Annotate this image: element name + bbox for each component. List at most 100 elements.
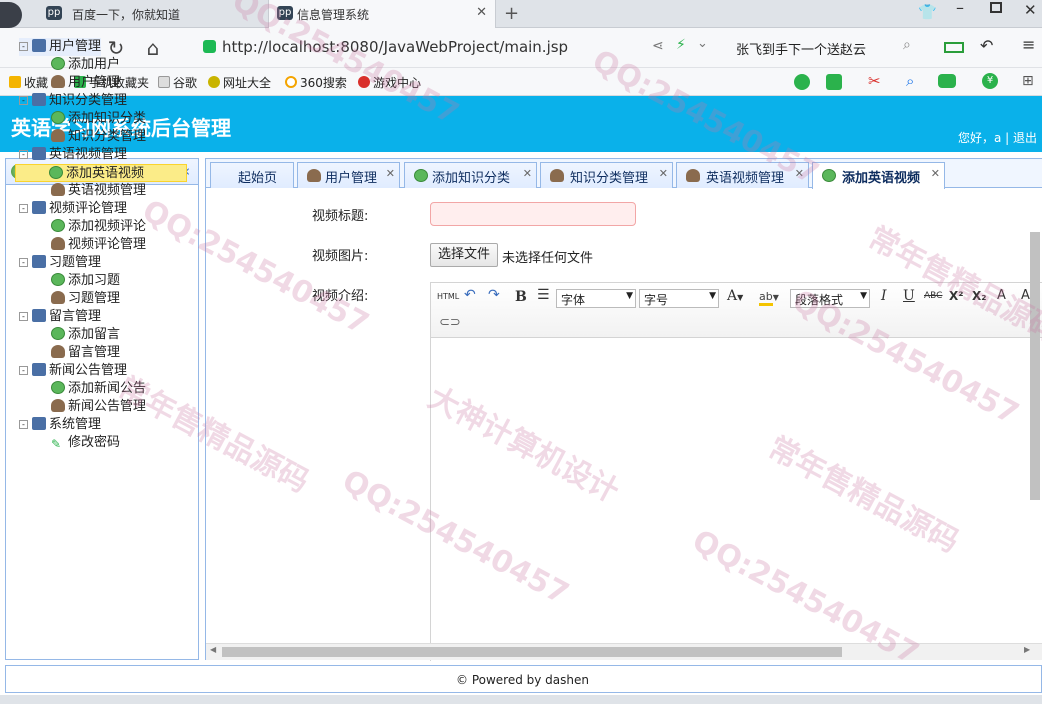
font-size-select[interactable]: 字号 ▼	[639, 289, 719, 308]
menu-icon[interactable]: ≡	[1022, 35, 1035, 54]
video-title-input[interactable]	[430, 202, 636, 226]
sidebar-group-0[interactable]: - 用户管理	[19, 38, 102, 56]
subscript-button[interactable]: X₂	[972, 289, 987, 303]
superscript-button[interactable]: X²	[949, 289, 964, 303]
close-tab-icon[interactable]: ✕	[386, 167, 395, 180]
html-source-button[interactable]: HTML	[437, 292, 459, 301]
underline-button[interactable]: U	[903, 288, 915, 304]
bookmark-favorites[interactable]: 收藏	[9, 74, 48, 91]
new-tab-button[interactable]: +	[504, 3, 519, 24]
font-shrink-icon[interactable]: A	[1021, 288, 1030, 303]
magnifier-icon[interactable]: ⌕	[906, 72, 914, 90]
tree-expand-icon[interactable]: -	[19, 258, 28, 267]
font-color-button[interactable]: A▼	[727, 288, 743, 304]
bookmark-google[interactable]: 谷歌	[158, 74, 197, 91]
close-window-icon[interactable]: ✕	[1024, 1, 1037, 19]
bold-button[interactable]: B	[515, 289, 527, 305]
sidebar-item-1-1[interactable]: 知识分类管理	[51, 128, 146, 146]
paragraph-select[interactable]: 段落格式 ▼	[790, 289, 870, 308]
close-tab-icon[interactable]: ✕	[931, 167, 940, 180]
sidebar-group-7[interactable]: - 系统管理	[19, 416, 101, 434]
sidebar-item-5-0[interactable]: 添加留言	[51, 326, 120, 344]
tab-video-manage[interactable]: 英语视频管理 ✕	[676, 162, 809, 188]
search-icon[interactable]: ⌕	[903, 37, 911, 53]
editor-content-area[interactable]	[431, 339, 1042, 661]
choose-file-button[interactable]: 选择文件	[430, 243, 498, 267]
gamepad-icon[interactable]	[938, 74, 956, 88]
chart-icon[interactable]	[826, 74, 842, 90]
scroll-right-icon[interactable]: ▶	[1024, 645, 1030, 654]
tree-expand-icon[interactable]: -	[19, 366, 28, 375]
sidebar-item-4-1[interactable]: 习题管理	[51, 290, 120, 308]
close-tab-icon[interactable]: ✕	[523, 167, 532, 180]
file-status: 未选择任何文件	[502, 251, 594, 266]
user-info-logout[interactable]: 您好，a | 退出	[958, 129, 1037, 146]
sidebar-item-0-1[interactable]: 用户管理	[51, 74, 120, 92]
sidebar-item-6-1[interactable]: 新闻公告管理	[51, 398, 146, 416]
vertical-scroll-thumb[interactable]	[1030, 232, 1040, 500]
sidebar-group-5[interactable]: - 留言管理	[19, 308, 101, 326]
sidebar-item-3-0[interactable]: 添加视频评论	[51, 218, 146, 236]
browser-tab-baidu[interactable]: pp 百度一下，你就知道	[28, 0, 268, 28]
font-grow-icon[interactable]: A	[997, 288, 1006, 303]
tree-expand-icon[interactable]: -	[19, 420, 28, 429]
close-tab-icon[interactable]: ✕	[476, 5, 487, 20]
horizontal-scrollbar[interactable]: ◀ ▶	[206, 643, 1042, 660]
tab-home[interactable]: 起始页	[210, 162, 294, 188]
scroll-left-icon[interactable]: ◀	[210, 645, 216, 654]
sidebar-item-7-0[interactable]: ✎ 修改密码	[51, 434, 120, 452]
bookmark-hao123[interactable]: 网址大全	[208, 74, 271, 91]
apps-grid-icon[interactable]: ⊞	[1022, 73, 1034, 89]
horizontal-scroll-thumb[interactable]	[222, 647, 842, 657]
tab-user-manage[interactable]: 用户管理 ✕	[297, 162, 400, 188]
tab-add-category[interactable]: 添加知识分类 ✕	[404, 162, 537, 188]
shirt-icon[interactable]: 👕	[918, 3, 937, 21]
search-hint[interactable]: 张飞到手下一个送赵云	[736, 39, 866, 58]
undo-icon[interactable]: ↶	[980, 36, 993, 55]
extension-green-icon[interactable]	[794, 74, 810, 90]
tree-expand-icon[interactable]: -	[19, 204, 28, 213]
sidebar-group-2[interactable]: - 英语视频管理	[19, 146, 127, 164]
tree-expand-icon[interactable]: -	[19, 96, 28, 105]
scissors-icon[interactable]: ✂	[868, 72, 881, 90]
sidebar-item-0-0[interactable]: 添加用户	[51, 56, 120, 74]
chevron-down-icon[interactable]: ⌄	[697, 36, 708, 51]
sidebar-item-2-1[interactable]: 英语视频管理	[51, 182, 146, 200]
tree-expand-icon[interactable]: -	[19, 150, 28, 159]
redo-icon[interactable]: ↷	[488, 287, 500, 303]
browser-tab-active[interactable]: pp 信息管理系统 ✕	[268, 0, 496, 28]
lightning-icon[interactable]: ⚡	[676, 37, 686, 53]
close-tab-icon[interactable]: ✕	[659, 167, 668, 180]
italic-button[interactable]: I	[881, 288, 887, 304]
sidebar-item-2-0[interactable]: 添加英语视频	[15, 164, 187, 182]
sidebar-group-6[interactable]: - 新闻公告管理	[19, 362, 127, 380]
sidebar-item-5-1[interactable]: 留言管理	[51, 344, 120, 362]
home-icon[interactable]: ⌂	[140, 35, 166, 61]
tab-add-video[interactable]: 添加英语视频 ✕	[812, 162, 945, 189]
yen-icon[interactable]: ¥	[982, 73, 998, 89]
maximize-icon[interactable]	[990, 2, 1002, 13]
tree-expand-icon[interactable]: -	[19, 312, 28, 321]
sidebar-item-1-0[interactable]: 添加知识分类	[51, 110, 146, 128]
tab-category-manage[interactable]: 知识分类管理 ✕	[540, 162, 673, 188]
font-family-select[interactable]: 字体 ▼	[556, 289, 636, 308]
sidebar-group-3[interactable]: - 视频评论管理	[19, 200, 127, 218]
tree-expand-icon[interactable]: -	[19, 42, 28, 51]
link-icon[interactable]: ⊂⊃	[439, 315, 461, 330]
sidebar-group-4[interactable]: - 习题管理	[19, 254, 101, 272]
bookmark-games[interactable]: 游戏中心	[358, 74, 421, 91]
bookmark-360[interactable]: 360搜索	[285, 74, 347, 91]
minimize-icon[interactable]: –	[956, 0, 964, 17]
add-icon	[51, 381, 65, 394]
url-field[interactable]: http://localhost:8080/JavaWebProject/mai…	[222, 38, 568, 56]
sidebar-item-4-0[interactable]: 添加习题	[51, 272, 120, 290]
highlight-button[interactable]: ab▼	[759, 290, 779, 306]
strike-button[interactable]: ABC	[924, 291, 942, 301]
sidebar-group-1[interactable]: - 知识分类管理	[19, 92, 127, 110]
sidebar-item-6-0[interactable]: 添加新闻公告	[51, 380, 146, 398]
close-tab-icon[interactable]: ✕	[795, 167, 804, 180]
sidebar-item-3-1[interactable]: 视频评论管理	[51, 236, 146, 254]
share-icon[interactable]: ⋖	[652, 38, 664, 54]
undo-icon[interactable]: ↶	[464, 287, 476, 303]
format-icon[interactable]: ☰	[537, 287, 550, 303]
